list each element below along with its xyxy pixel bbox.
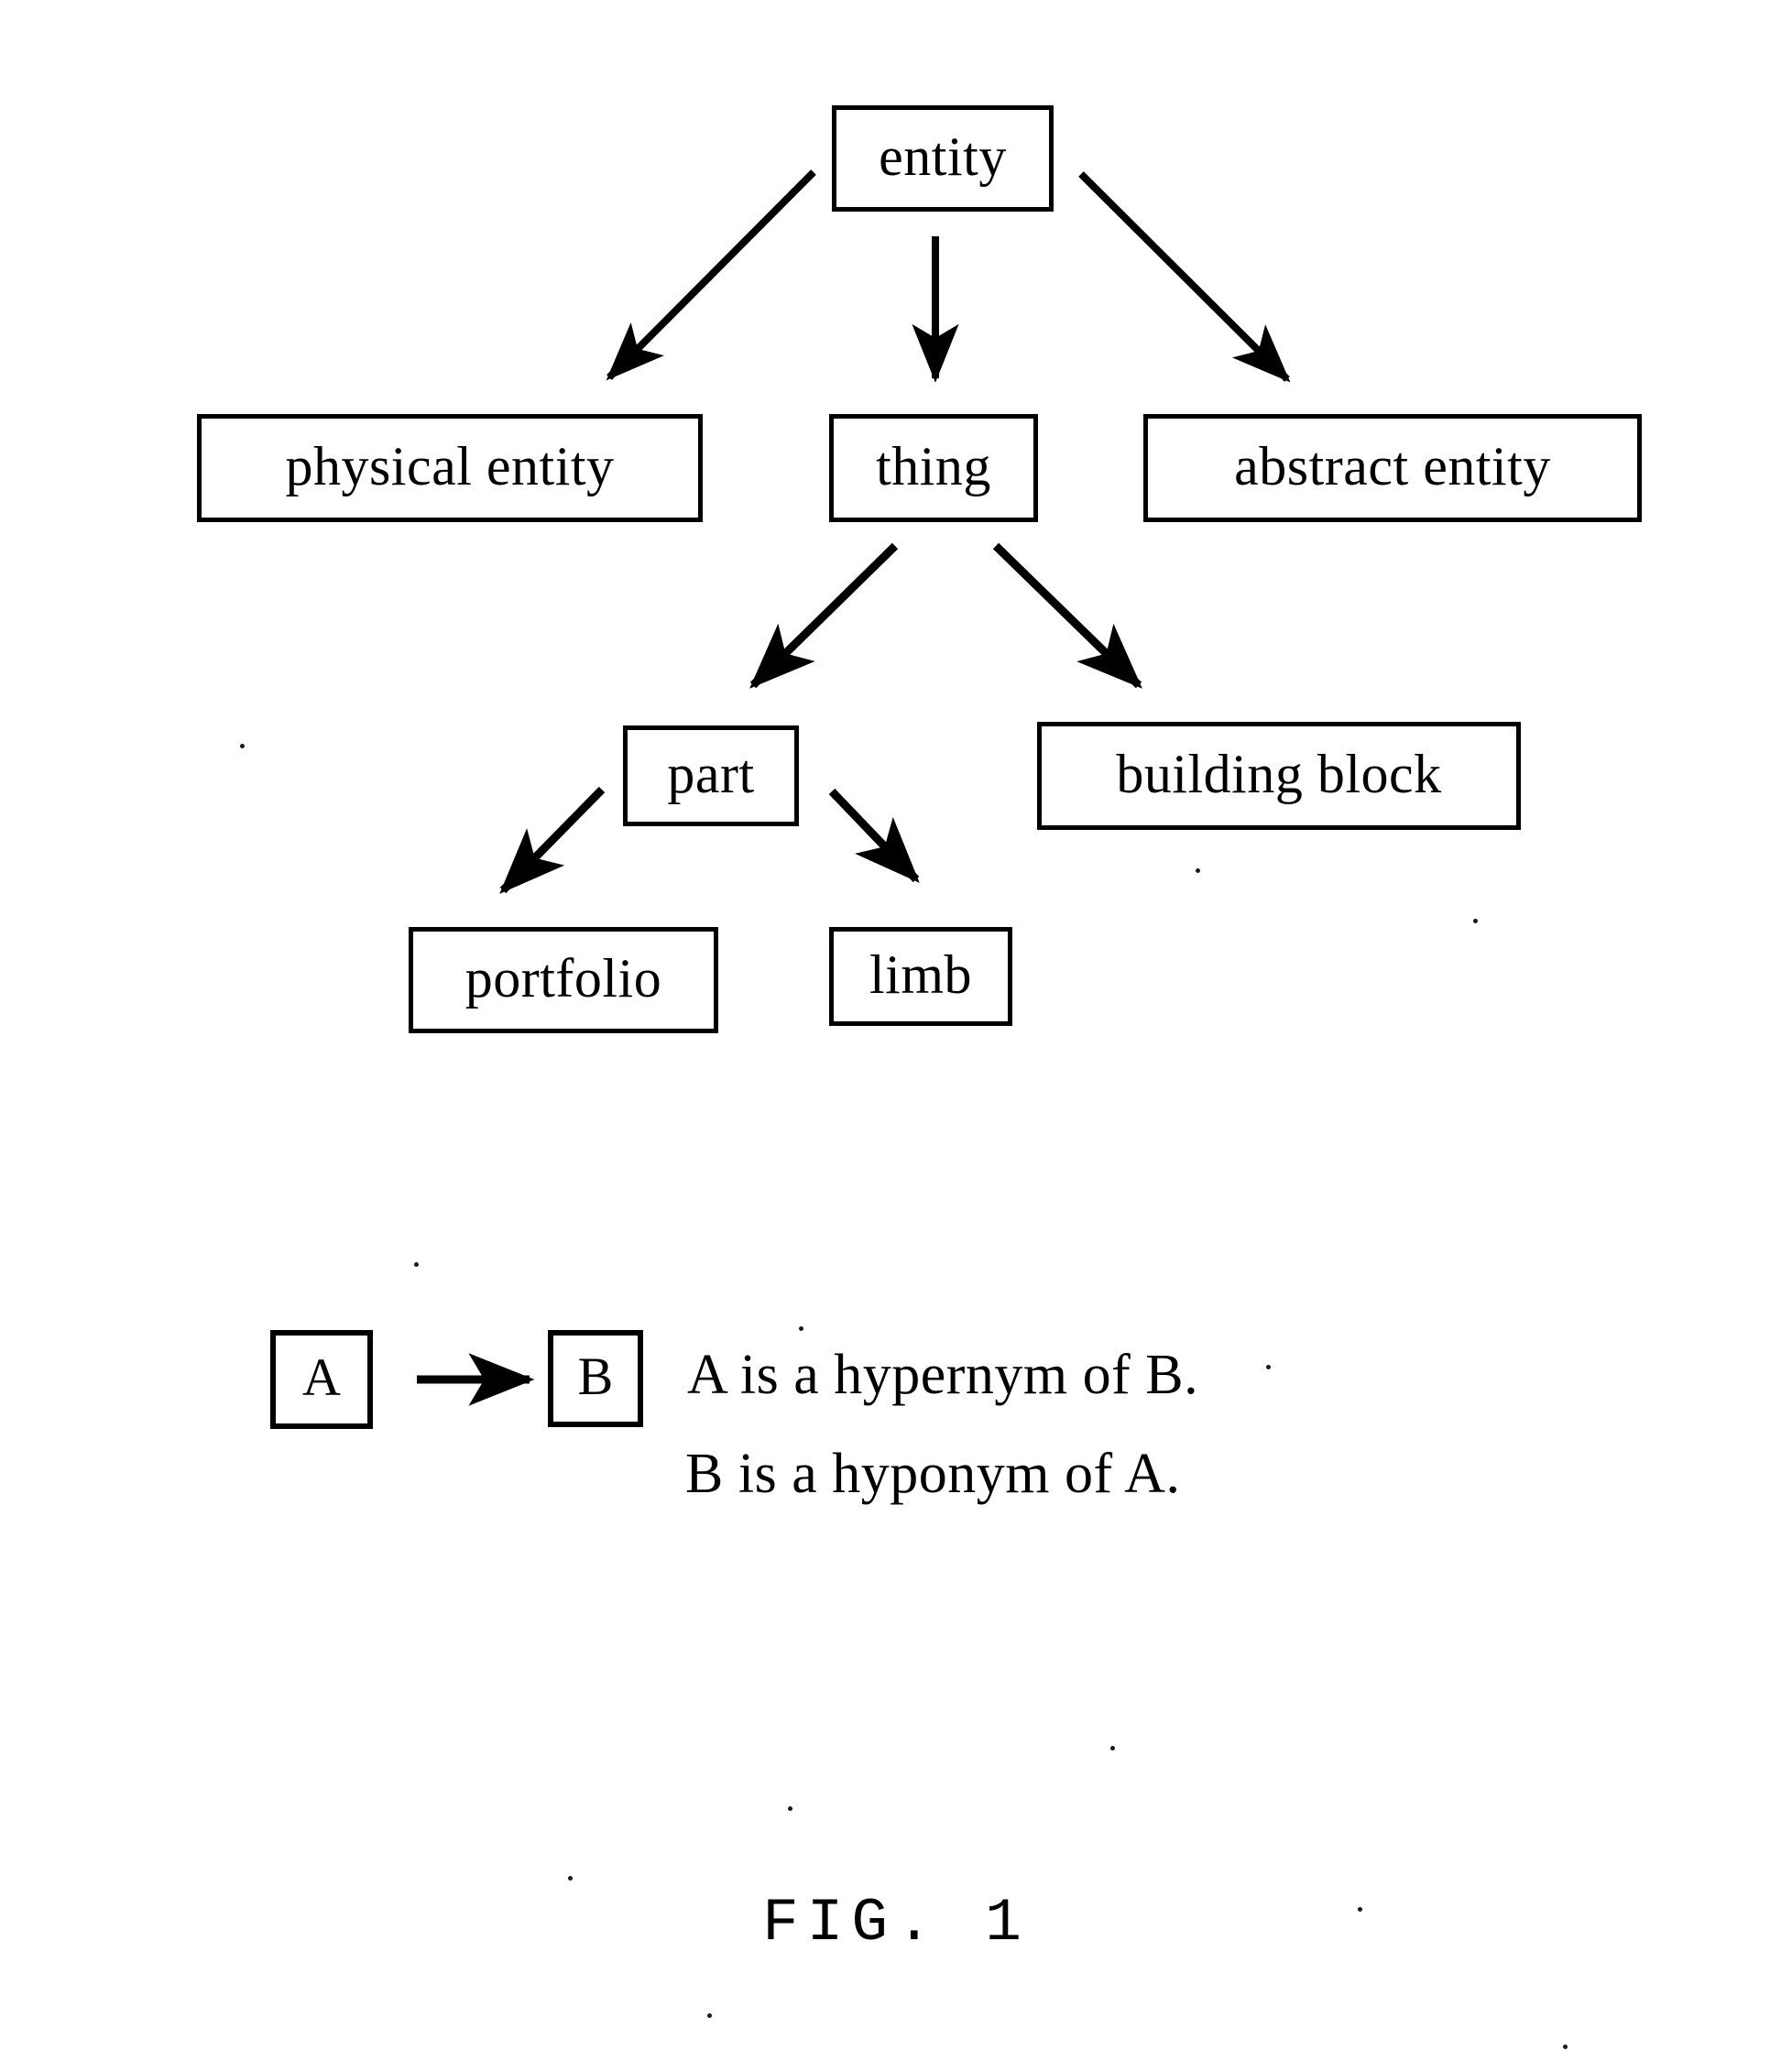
node-entity[interactable]: entity xyxy=(832,105,1054,212)
node-part[interactable]: part xyxy=(623,725,799,826)
legend-box-a-label: A xyxy=(302,1347,341,1407)
edge-entity-to-physical-entity xyxy=(606,169,816,381)
node-thing-label: thing xyxy=(876,436,991,496)
node-building-block-label: building block xyxy=(1116,744,1442,804)
node-portfolio-label: portfolio xyxy=(464,948,662,1009)
legend-hyponym-text: B is a hyponym of A. xyxy=(685,1443,1181,1505)
scan-speckle xyxy=(707,2013,712,2018)
figure-page: entity physical entity thing abstract en… xyxy=(0,0,1792,2061)
edge-thing-to-building-block xyxy=(992,542,1142,689)
edge-part-to-limb xyxy=(828,788,920,883)
node-limb[interactable]: limb xyxy=(829,927,1012,1026)
scan-speckle xyxy=(240,744,245,748)
node-abstract-entity-label: abstract entity xyxy=(1234,436,1551,496)
node-building-block[interactable]: building block xyxy=(1037,722,1521,830)
edge-layer xyxy=(417,169,1291,1406)
legend-box-a[interactable]: A xyxy=(270,1330,373,1429)
scan-speckle xyxy=(799,1326,803,1331)
node-limb-label: limb xyxy=(869,944,972,1005)
node-thing[interactable]: thing xyxy=(829,414,1038,522)
edge-part-to-portfolio xyxy=(499,786,606,894)
scan-speckle xyxy=(1358,1907,1362,1912)
legend-hypernym-text: A is a hypernym of B. xyxy=(687,1344,1199,1406)
node-physical-entity-label: physical entity xyxy=(285,436,615,496)
node-abstract-entity[interactable]: abstract entity xyxy=(1143,414,1642,522)
scan-speckle xyxy=(788,1806,792,1811)
legend-box-b-label: B xyxy=(577,1347,614,1406)
node-entity-label: entity xyxy=(879,126,1007,187)
node-physical-entity[interactable]: physical entity xyxy=(197,414,703,522)
scan-speckle xyxy=(1473,919,1478,923)
scan-speckle xyxy=(568,1876,573,1881)
edge-entity-to-abstract-entity xyxy=(1078,171,1291,383)
scan-speckle xyxy=(414,1262,419,1267)
figure-caption: FIG. 1 xyxy=(762,1889,1030,1957)
legend-box-b[interactable]: B xyxy=(548,1330,643,1427)
node-part-label: part xyxy=(667,744,755,804)
edge-thing-to-part xyxy=(749,542,899,689)
scan-speckle xyxy=(1196,868,1200,873)
scan-speckle xyxy=(1266,1365,1271,1369)
scan-speckle xyxy=(1563,2045,1568,2049)
node-portfolio[interactable]: portfolio xyxy=(409,927,718,1033)
scan-speckle xyxy=(1110,1746,1115,1750)
